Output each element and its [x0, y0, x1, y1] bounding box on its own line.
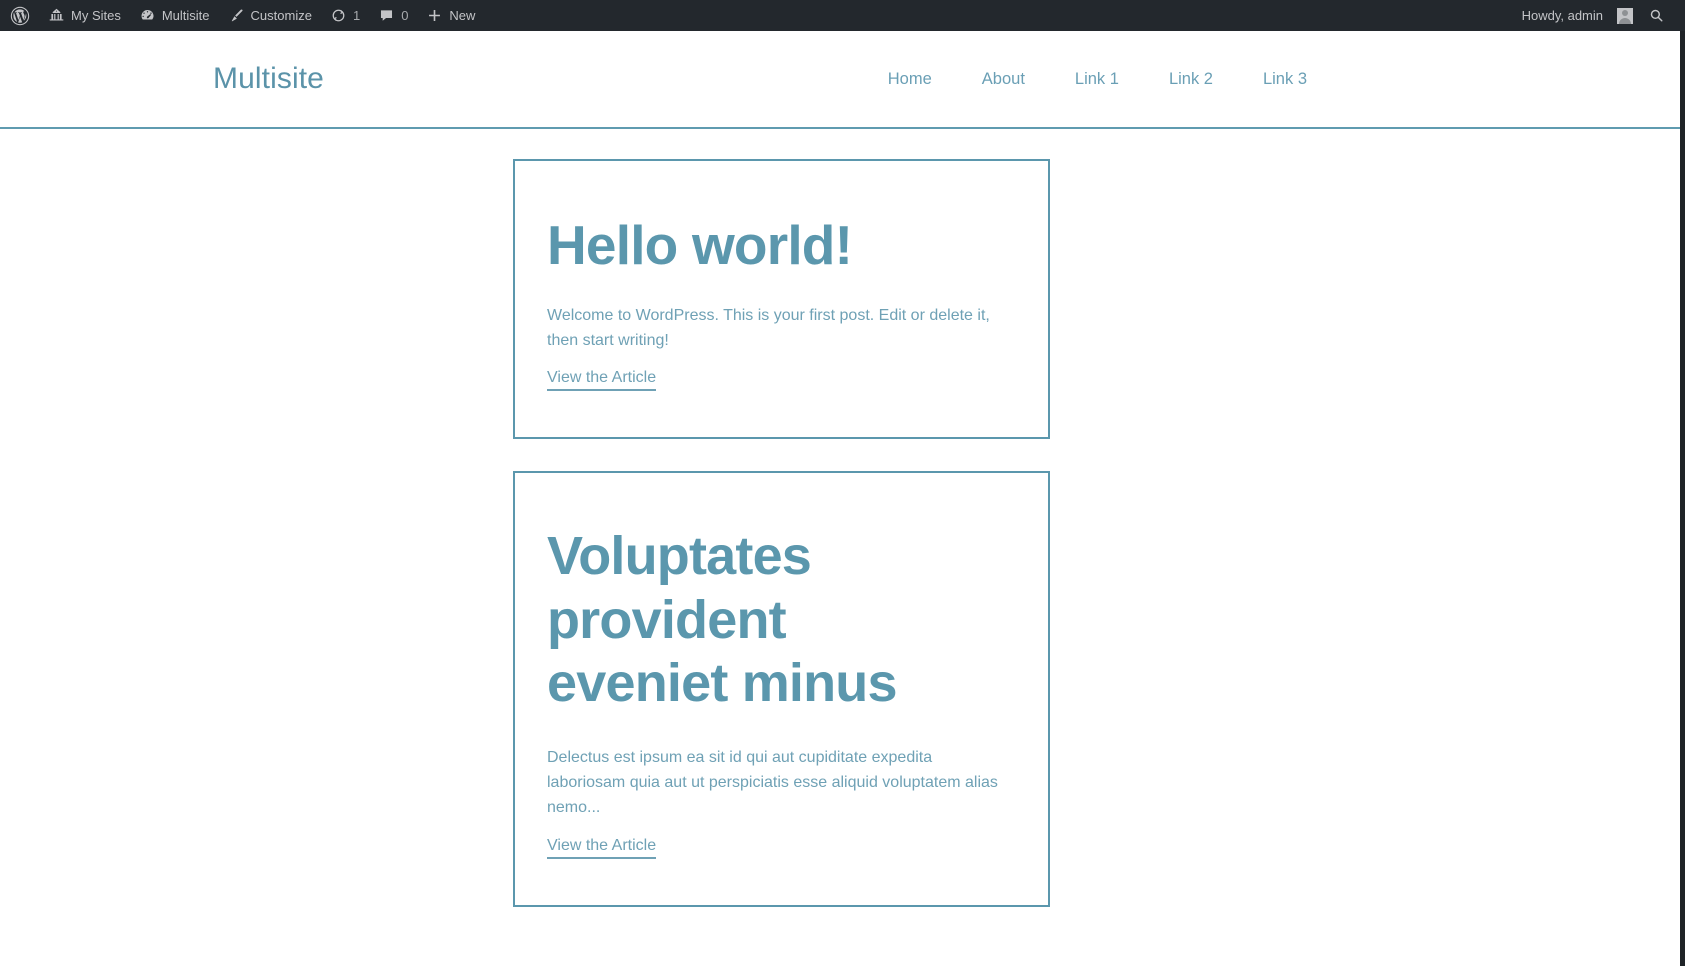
adminbar-my-account[interactable]: Howdy, admin: [1513, 0, 1642, 31]
wordpress-logo-icon: [10, 6, 30, 26]
updates-icon: [330, 7, 347, 24]
adminbar-comments[interactable]: 0: [369, 0, 417, 31]
main-content: Hello world! Welcome to WordPress. This …: [0, 131, 1680, 966]
nav-item-link-3[interactable]: Link 3: [1238, 64, 1332, 95]
browser-right-edge: [1680, 31, 1685, 966]
my-sites-icon: [48, 7, 65, 24]
plus-icon: [426, 7, 443, 24]
adminbar-search-button[interactable]: [1642, 0, 1675, 31]
adminbar-site-name-label: Multisite: [161, 8, 210, 23]
paintbrush-icon: [228, 7, 245, 24]
post-excerpt: Welcome to WordPress. This is your first…: [547, 306, 990, 349]
adminbar-customize[interactable]: Customize: [219, 0, 321, 31]
site-header: Multisite Home About Link 1 Link 2 Link …: [0, 31, 1680, 129]
nav-item-link-2[interactable]: Link 2: [1144, 64, 1238, 95]
admin-bar-right-group: Howdy, admin: [1513, 0, 1685, 31]
adminbar-my-sites[interactable]: My Sites: [39, 0, 130, 31]
adminbar-updates-count: 1: [352, 8, 361, 23]
post-excerpt: Delectus est ipsum ea sit id qui aut cup…: [547, 749, 998, 816]
nav-item-link-1[interactable]: Link 1: [1050, 64, 1144, 95]
adminbar-customize-label: Customize: [250, 8, 312, 23]
nav-item-home[interactable]: Home: [863, 64, 957, 95]
adminbar-updates[interactable]: 1: [321, 0, 369, 31]
primary-navigation: Home About Link 1 Link 2 Link 3: [863, 64, 1332, 95]
adminbar-new-content[interactable]: New: [417, 0, 484, 31]
dashboard-icon: [139, 7, 156, 24]
comment-bubble-icon: [378, 7, 395, 24]
adminbar-comments-count: 0: [401, 8, 409, 23]
post-read-more-link[interactable]: View the Article: [547, 837, 657, 859]
admin-bar-left-group: My Sites Multisite Customize 1 0 New: [0, 0, 484, 31]
adminbar-site-name[interactable]: Multisite: [130, 0, 219, 31]
wp-admin-bar: My Sites Multisite Customize 1 0 New How…: [0, 0, 1685, 31]
post-card: Voluptates provident eveniet minus Delec…: [513, 471, 1050, 907]
adminbar-howdy-label: Howdy, admin: [1521, 8, 1603, 23]
adminbar-my-sites-label: My Sites: [71, 8, 121, 23]
search-icon: [1648, 7, 1665, 24]
post-title[interactable]: Voluptates provident eveniet minus: [547, 525, 947, 716]
wordpress-logo-button[interactable]: [0, 0, 39, 31]
site-title[interactable]: Multisite: [213, 62, 324, 96]
post-card: Hello world! Welcome to WordPress. This …: [513, 159, 1050, 440]
nav-item-about[interactable]: About: [957, 64, 1050, 95]
admin-bar-right-edge: [1680, 0, 1685, 31]
post-read-more-link[interactable]: View the Article: [547, 369, 657, 392]
user-avatar-icon: [1617, 7, 1633, 24]
adminbar-new-content-label: New: [449, 8, 476, 23]
post-title[interactable]: Hello world!: [547, 213, 1005, 278]
